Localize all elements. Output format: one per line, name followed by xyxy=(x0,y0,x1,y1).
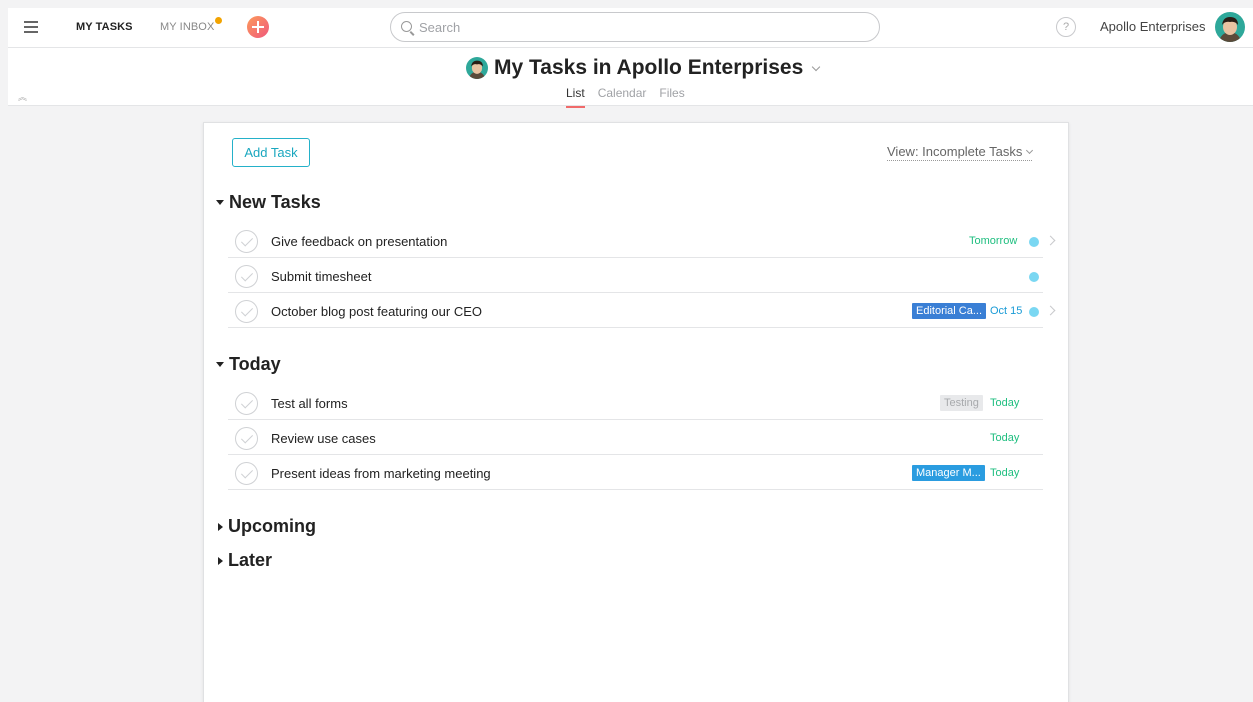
section-title: New Tasks xyxy=(229,192,321,212)
caret-down-icon xyxy=(216,200,224,205)
project-tag[interactable]: Editorial Ca... xyxy=(912,303,987,319)
section-today[interactable]: Today xyxy=(216,354,281,375)
check-circle-icon[interactable] xyxy=(235,392,258,415)
page-title: My Tasks in Apollo Enterprises xyxy=(494,56,804,79)
organization-name[interactable]: Apollo Enterprises xyxy=(1100,19,1206,34)
check-circle-icon[interactable] xyxy=(235,230,258,253)
due-date[interactable]: Today xyxy=(990,467,1019,479)
title-area[interactable]: My Tasks in Apollo Enterprises xyxy=(466,55,821,81)
view-filter-label: View: Incomplete Tasks xyxy=(887,144,1023,159)
caret-right-icon xyxy=(218,556,223,565)
caret-down-icon xyxy=(216,362,224,367)
due-date[interactable]: Oct 15 xyxy=(990,305,1022,317)
section-later[interactable]: Later xyxy=(216,550,272,571)
task-name[interactable]: Give feedback on presentation xyxy=(271,234,447,249)
section-title: Today xyxy=(229,354,281,374)
double-chevron-up-icon[interactable]: ︽ xyxy=(18,90,27,103)
task-name[interactable]: Review use cases xyxy=(271,431,376,446)
avatar[interactable] xyxy=(1215,12,1245,42)
chevron-down-icon xyxy=(1026,146,1034,155)
check-circle-icon[interactable] xyxy=(235,427,258,450)
task-row[interactable]: Present ideas from marketing meeting Man… xyxy=(228,456,1043,490)
nav-my-tasks[interactable]: MY TASKS xyxy=(76,21,133,33)
chevron-down-icon[interactable] xyxy=(812,62,821,71)
view-tabs: List Calendar Files xyxy=(566,86,685,108)
section-upcoming[interactable]: Upcoming xyxy=(216,516,316,537)
task-name[interactable]: Submit timesheet xyxy=(271,269,371,284)
nav-my-inbox[interactable]: MY INBOX xyxy=(160,21,214,33)
tab-files[interactable]: Files xyxy=(659,86,684,106)
task-row[interactable]: Review use cases Today xyxy=(228,421,1043,455)
section-title: Later xyxy=(228,550,273,570)
tab-list[interactable]: List xyxy=(566,86,585,108)
check-circle-icon[interactable] xyxy=(235,300,258,323)
hamburger-icon[interactable] xyxy=(24,21,38,33)
section-title: Upcoming xyxy=(228,516,316,536)
project-tag[interactable]: Testing xyxy=(940,395,983,411)
task-row[interactable]: Test all forms Testing Today xyxy=(228,386,1043,420)
task-name[interactable]: October blog post featuring our CEO xyxy=(271,304,482,319)
check-circle-icon[interactable] xyxy=(235,462,258,485)
status-dot xyxy=(1029,237,1039,247)
page-header: ︽ My Tasks in Apollo Enterprises List Ca… xyxy=(8,48,1253,108)
view-filter-dropdown[interactable]: View: Incomplete Tasks xyxy=(887,144,1034,161)
project-tag[interactable]: Manager M... xyxy=(912,465,985,481)
inbox-notification-dot xyxy=(215,17,222,24)
help-icon[interactable]: ? xyxy=(1056,17,1076,37)
search-icon xyxy=(401,21,412,32)
search-box[interactable] xyxy=(390,12,880,42)
section-new-tasks[interactable]: New Tasks xyxy=(216,192,321,213)
task-row[interactable]: Submit timesheet xyxy=(228,259,1043,293)
chevron-right-icon[interactable] xyxy=(1045,305,1056,316)
check-circle-icon[interactable] xyxy=(235,265,258,288)
avatar xyxy=(466,57,488,79)
tab-calendar[interactable]: Calendar xyxy=(598,86,647,106)
task-row[interactable]: October blog post featuring our CEO Edit… xyxy=(228,294,1056,328)
task-name[interactable]: Test all forms xyxy=(271,396,348,411)
status-dot xyxy=(1029,272,1039,282)
task-list-panel: Add Task View: Incomplete Tasks New Task… xyxy=(203,122,1069,702)
status-dot xyxy=(1029,307,1039,317)
add-task-button[interactable]: Add Task xyxy=(232,138,310,167)
due-date[interactable]: Tomorrow xyxy=(969,235,1017,247)
task-row[interactable]: Give feedback on presentation Tomorrow xyxy=(228,224,1056,258)
search-input[interactable] xyxy=(419,18,859,36)
plus-circle-icon[interactable] xyxy=(247,16,269,38)
top-bar: MY TASKS MY INBOX ? Apollo Enterprises xyxy=(8,8,1253,48)
due-date[interactable]: Today xyxy=(990,432,1019,444)
chevron-right-icon[interactable] xyxy=(1045,235,1056,246)
due-date[interactable]: Today xyxy=(990,397,1019,409)
task-name[interactable]: Present ideas from marketing meeting xyxy=(271,466,491,481)
caret-right-icon xyxy=(218,522,223,531)
